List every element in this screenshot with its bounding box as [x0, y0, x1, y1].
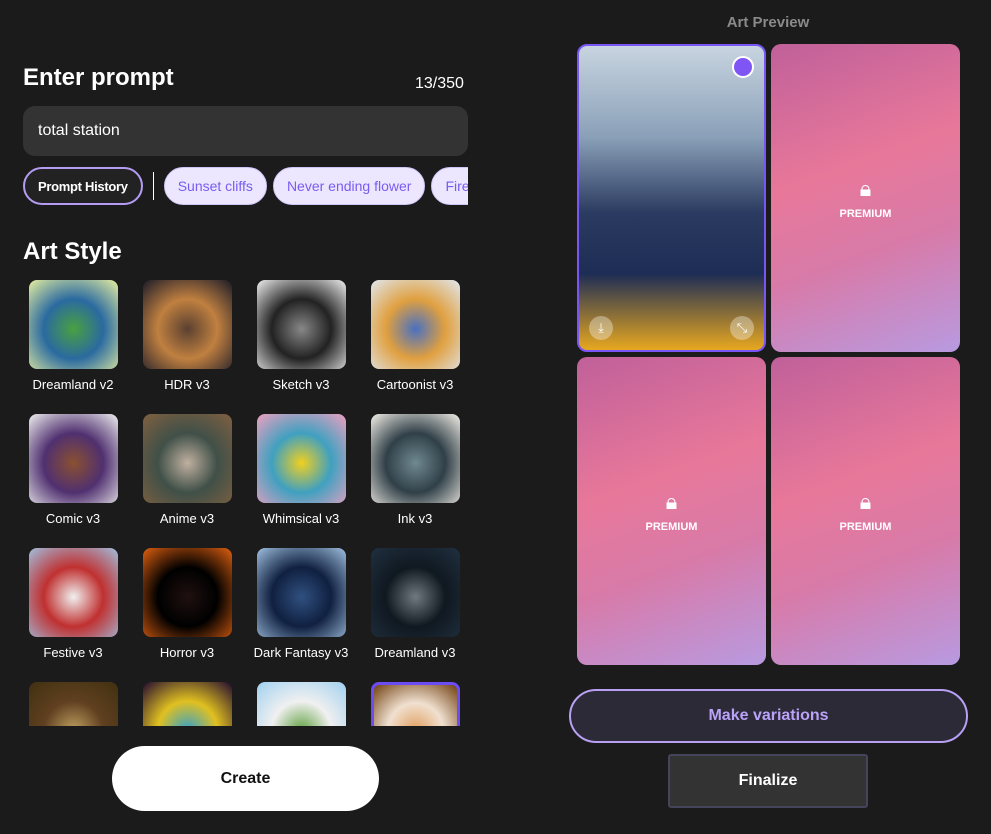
art-style-0[interactable]: Dreamland v2	[23, 280, 125, 392]
style-label: Comic v3	[45, 511, 101, 526]
select-radio[interactable]	[732, 56, 754, 78]
style-thumbnail	[142, 280, 232, 369]
download-icon[interactable]: ⤓	[589, 316, 613, 340]
create-button[interactable]: Create	[112, 746, 379, 811]
suggestion-chip[interactable]: Fire and water	[431, 167, 468, 205]
style-thumbnail	[370, 280, 460, 369]
preview-image-1[interactable]: ⤓ ⤡	[577, 44, 766, 352]
style-label: Anime v3	[159, 511, 215, 526]
style-label: Dreamland v2	[32, 377, 114, 392]
prompt-counter: 13/350	[415, 75, 464, 92]
style-label: Sketch v3	[272, 377, 330, 392]
lock-icon: 🔒︎	[859, 489, 872, 514]
style-thumbnail	[256, 414, 346, 503]
make-variations-button[interactable]: Make variations	[569, 689, 968, 743]
art-style-3[interactable]: Cartoonist v3	[363, 280, 467, 392]
preview-locked-4[interactable]: 🔒︎ PREMIUM	[771, 357, 960, 665]
prompt-input[interactable]	[23, 106, 468, 156]
premium-label: PREMIUM	[839, 208, 892, 220]
art-style-15[interactable]	[363, 682, 467, 726]
divider	[152, 172, 154, 200]
style-thumbnail	[256, 548, 346, 637]
premium-label: PREMIUM	[839, 521, 892, 533]
style-thumbnail	[28, 414, 118, 503]
style-thumbnail	[28, 548, 118, 637]
style-label: Whimsical v3	[262, 511, 340, 526]
preview-locked-2[interactable]: 🔒︎ PREMIUM	[771, 44, 960, 352]
style-thumbnail	[142, 414, 232, 503]
style-thumbnail	[28, 280, 118, 369]
style-label: HDR v3	[164, 377, 210, 392]
style-label: Festive v3	[43, 645, 103, 660]
style-thumbnail	[256, 682, 346, 726]
style-thumbnail	[256, 280, 346, 369]
preview-locked-3[interactable]: 🔒︎ PREMIUM	[577, 357, 766, 665]
art-style-4[interactable]: Comic v3	[23, 414, 125, 526]
style-label: Horror v3	[159, 645, 215, 660]
art-style-title: Art Style	[23, 238, 122, 265]
style-thumbnail	[370, 548, 460, 637]
finalize-button[interactable]: Finalize	[668, 754, 868, 808]
art-style-11[interactable]: Dreamland v3	[363, 548, 467, 660]
art-preview-title: Art Preview	[726, 14, 810, 31]
lock-icon: 🔒︎	[665, 489, 678, 514]
art-style-13[interactable]	[135, 682, 239, 726]
style-thumbnail	[142, 682, 232, 726]
style-label: Dreamland v3	[374, 645, 456, 660]
expand-icon[interactable]: ⤡	[730, 316, 754, 340]
prompt-title: Enter prompt	[23, 64, 174, 91]
suggestion-chip[interactable]: Never ending flower	[272, 167, 426, 205]
art-style-10[interactable]: Dark Fantasy v3	[249, 548, 353, 660]
art-style-6[interactable]: Whimsical v3	[249, 414, 353, 526]
art-style-7[interactable]: Ink v3	[363, 414, 467, 526]
style-thumbnail	[370, 682, 460, 726]
prompt-chips: Prompt History Sunset cliffs Never endin…	[23, 167, 468, 205]
art-style-5[interactable]: Anime v3	[135, 414, 239, 526]
prompt-history-button[interactable]: Prompt History	[23, 167, 143, 205]
art-style-9[interactable]: Horror v3	[135, 548, 239, 660]
art-style-grid: Dreamland v2 HDR v3 Sketch v3 Cartoonist v3…	[23, 280, 473, 726]
art-style-8[interactable]: Festive v3	[23, 548, 125, 660]
style-label: Ink v3	[397, 511, 433, 526]
art-style-1[interactable]: HDR v3	[135, 280, 239, 392]
style-thumbnail	[28, 682, 118, 726]
style-thumbnail	[370, 414, 460, 503]
premium-label: PREMIUM	[645, 521, 698, 533]
style-label: Cartoonist v3	[376, 377, 454, 392]
art-style-12[interactable]	[23, 682, 125, 726]
art-style-14[interactable]	[249, 682, 353, 726]
style-thumbnail	[142, 548, 232, 637]
suggestion-chip[interactable]: Sunset cliffs	[163, 167, 267, 205]
art-style-2[interactable]: Sketch v3	[249, 280, 353, 392]
style-label: Dark Fantasy v3	[253, 645, 349, 660]
lock-icon: 🔒︎	[859, 176, 872, 201]
